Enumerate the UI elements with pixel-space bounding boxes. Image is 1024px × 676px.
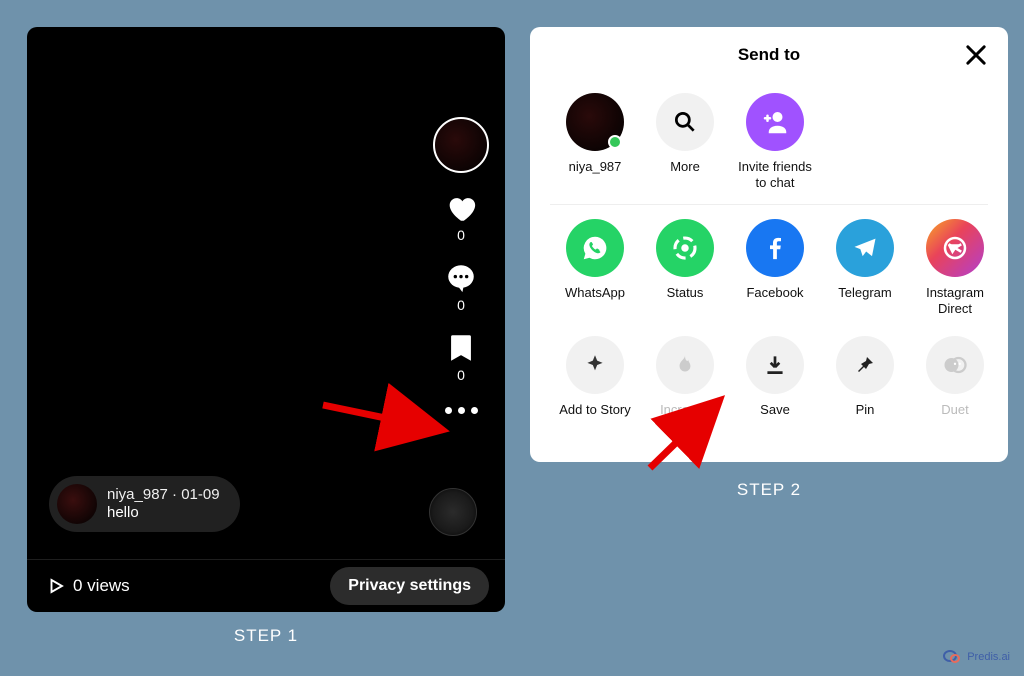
contact-avatar bbox=[566, 93, 624, 151]
comment-count: 0 bbox=[457, 297, 465, 313]
play-icon bbox=[47, 577, 65, 595]
comment-stack[interactable]: 0 bbox=[444, 261, 478, 313]
action-increase-views: Increase views bbox=[640, 336, 730, 433]
bookmark-icon bbox=[444, 331, 478, 365]
step1-label: STEP 1 bbox=[27, 626, 505, 646]
brand-text: Predis.ai bbox=[967, 651, 1010, 663]
invite-icon bbox=[746, 93, 804, 151]
pin-icon bbox=[836, 336, 894, 394]
step2-label: STEP 2 bbox=[530, 480, 1008, 500]
step1-phone-screenshot: 0 0 0 niya_987 · 01-09 hello 0 views Pri… bbox=[27, 27, 505, 612]
instagram-direct-icon bbox=[926, 219, 984, 277]
invite-friends[interactable]: Invite friends to chat bbox=[730, 93, 820, 190]
username-date: niya_987 · 01-09 bbox=[107, 486, 220, 504]
share-instagram-direct[interactable]: Instagram Direct bbox=[910, 219, 1000, 316]
profile-avatar-ring[interactable] bbox=[433, 117, 489, 173]
facebook-icon bbox=[746, 219, 804, 277]
close-button[interactable] bbox=[962, 41, 990, 69]
action-pin[interactable]: Pin bbox=[820, 336, 910, 433]
telegram-icon bbox=[836, 219, 894, 277]
views-indicator[interactable]: 0 views bbox=[47, 576, 130, 596]
share-facebook[interactable]: Facebook bbox=[730, 219, 820, 316]
views-text: 0 views bbox=[73, 576, 130, 596]
watermark-brand: Predis.ai bbox=[943, 650, 1010, 664]
share-row-apps: WhatsApp Status Facebook Telegram Instag… bbox=[530, 209, 1008, 326]
privacy-settings-button[interactable]: Privacy settings bbox=[330, 567, 489, 605]
share-sheet-header: Send to bbox=[530, 27, 1008, 83]
share-row-contacts: niya_987 More Invite friends to chat bbox=[530, 83, 1008, 200]
share-telegram[interactable]: Telegram bbox=[820, 219, 910, 316]
action-duet: Duet bbox=[910, 336, 1000, 433]
share-sheet-title: Send to bbox=[738, 45, 800, 65]
heart-icon bbox=[444, 191, 478, 225]
bookmark-stack[interactable]: 0 bbox=[444, 331, 478, 383]
sparkle-icon bbox=[566, 336, 624, 394]
like-stack[interactable]: 0 bbox=[444, 191, 478, 243]
predis-logo-icon bbox=[943, 650, 963, 664]
video-info-pill[interactable]: niya_987 · 01-09 hello bbox=[49, 476, 240, 532]
sound-disc[interactable] bbox=[429, 488, 477, 536]
action-rail: 0 0 0 bbox=[433, 117, 489, 414]
step2-share-sheet: Send to niya_987 More Invite friends to … bbox=[530, 27, 1008, 462]
action-add-to-story[interactable]: Add to Story bbox=[550, 336, 640, 433]
share-copylink[interactable]: Copy link bbox=[1000, 219, 1008, 316]
share-status[interactable]: Status bbox=[640, 219, 730, 316]
contact-niya[interactable]: niya_987 bbox=[550, 93, 640, 190]
download-icon bbox=[746, 336, 804, 394]
action-save[interactable]: Save bbox=[730, 336, 820, 433]
comment-icon bbox=[444, 261, 478, 295]
share-whatsapp[interactable]: WhatsApp bbox=[550, 219, 640, 316]
bottom-bar: 0 views Privacy settings bbox=[27, 560, 505, 612]
share-row-actions: Add to Story Increase views Save Pin Due… bbox=[530, 326, 1008, 443]
flame-icon bbox=[656, 336, 714, 394]
online-dot-icon bbox=[608, 135, 622, 149]
status-icon bbox=[656, 219, 714, 277]
caption: hello bbox=[107, 504, 220, 522]
search-icon bbox=[656, 93, 714, 151]
whatsapp-icon bbox=[566, 219, 624, 277]
more-contacts[interactable]: More bbox=[640, 93, 730, 190]
close-icon bbox=[962, 41, 990, 69]
avatar-small bbox=[57, 484, 97, 524]
like-count: 0 bbox=[457, 227, 465, 243]
duet-icon bbox=[926, 336, 984, 394]
separator bbox=[550, 204, 988, 205]
action-stitch: Stitch bbox=[1000, 336, 1008, 433]
video-info-text: niya_987 · 01-09 hello bbox=[107, 486, 220, 522]
bookmark-count: 0 bbox=[457, 367, 465, 383]
more-options-button[interactable] bbox=[445, 407, 478, 414]
